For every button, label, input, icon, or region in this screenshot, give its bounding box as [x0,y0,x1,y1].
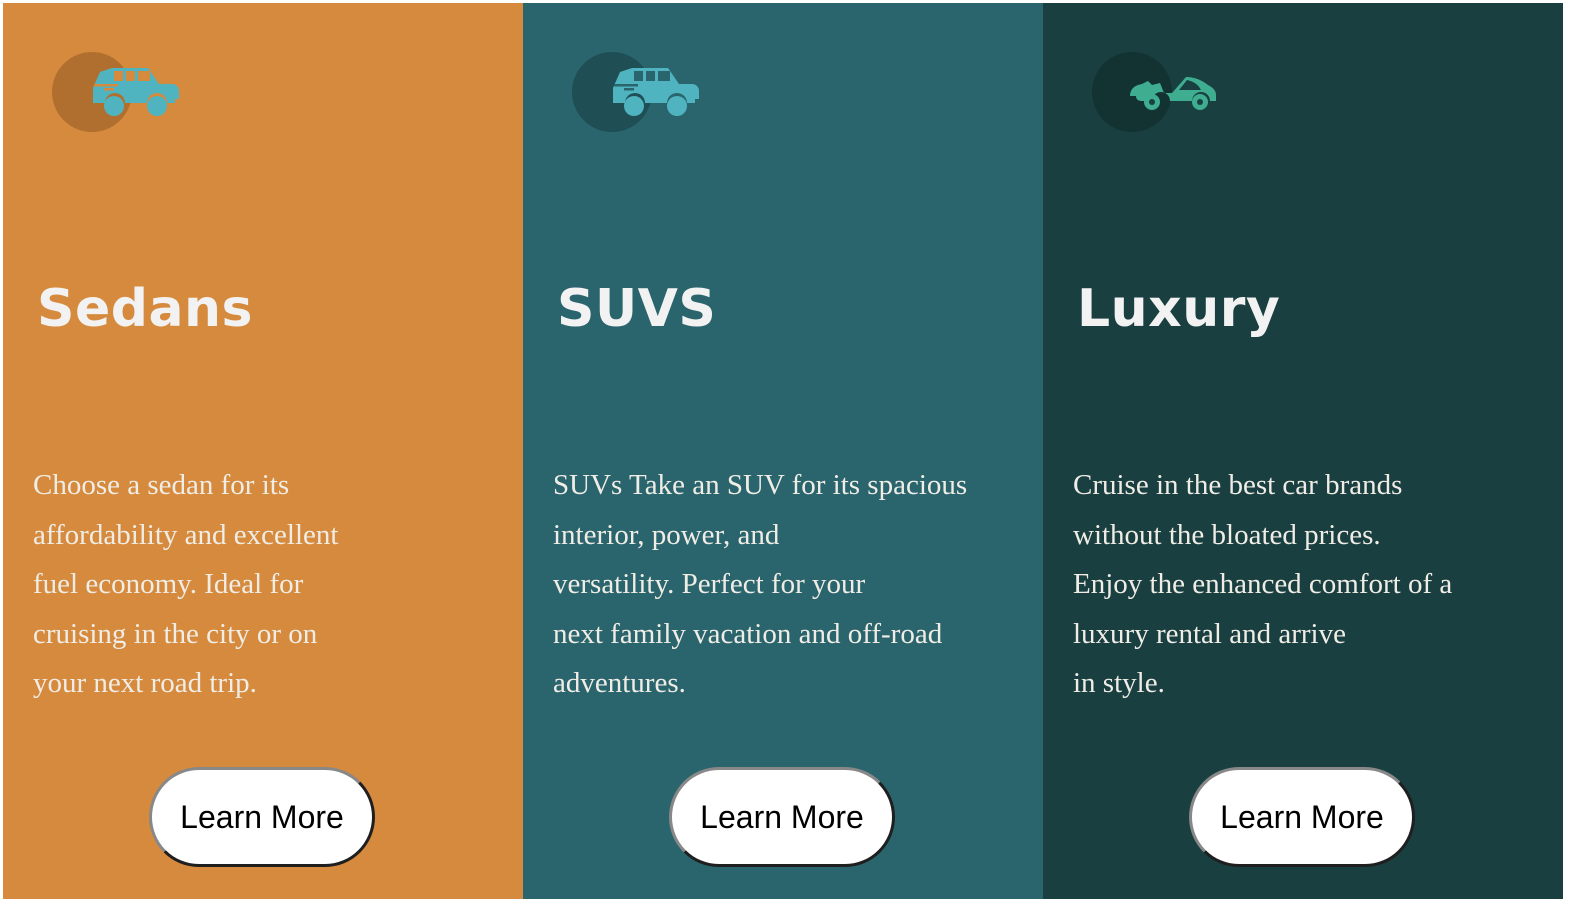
card-description: Choose a sedan for its affordability and… [33,469,339,700]
card-title: SUVS [557,279,717,339]
learn-more-button[interactable]: Learn More [1189,767,1415,867]
learn-more-button[interactable]: Learn More [669,767,895,867]
card-title: Luxury [1077,279,1281,339]
card-sedans: Sedans Choose a sedan for its affordabil… [3,3,523,899]
suv-car-icon [52,52,182,134]
card-description: SUVs Take an SUV for its spacious interi… [553,469,968,700]
card-title: Sedans [37,279,254,339]
car-category-cards: Sedans Choose a sedan for its affordabil… [3,3,1563,899]
learn-more-button[interactable]: Learn More [149,767,375,867]
card-luxury: Luxury Cruise in the best car brands wit… [1043,3,1563,899]
suv-car-icon [572,52,702,134]
card-suvs: SUVS SUVs Take an SUV for its spacious i… [523,3,1043,899]
convertible-car-icon [1092,52,1222,134]
card-description: Cruise in the best car brands without th… [1073,469,1453,700]
